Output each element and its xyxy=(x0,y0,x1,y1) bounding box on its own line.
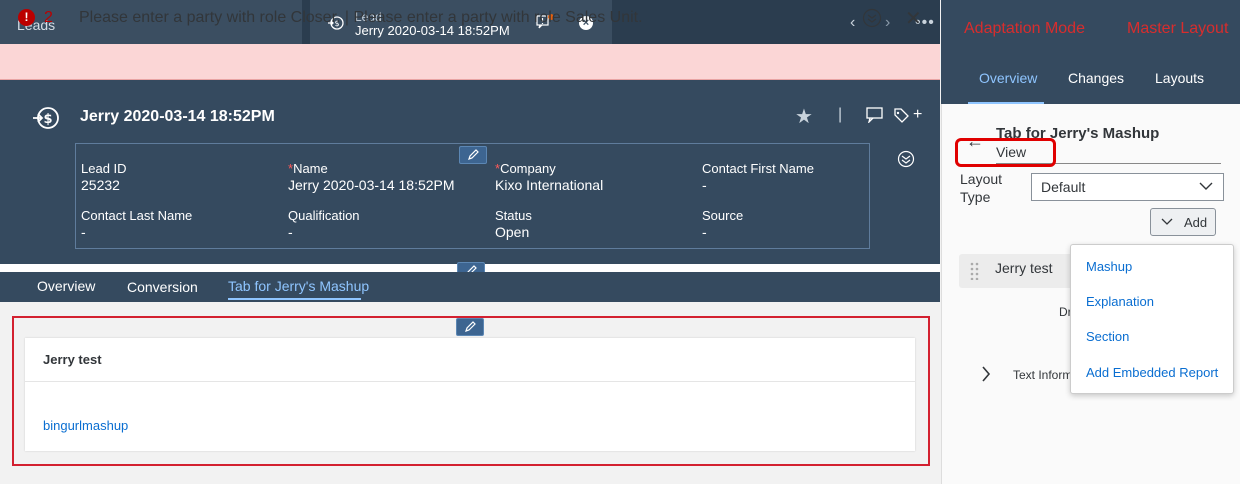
favorite-star-icon[interactable]: ★ xyxy=(795,104,813,129)
edit-section-button[interactable] xyxy=(456,318,484,336)
collapse-header-icon[interactable] xyxy=(897,150,915,168)
selected-tab-indicator xyxy=(228,298,361,300)
status-value: Open xyxy=(495,224,530,240)
feed-icon[interactable] xyxy=(866,107,884,123)
qualification-label: Qualification xyxy=(288,208,360,223)
menu-item-section[interactable]: Section xyxy=(1086,329,1129,344)
source-value: - xyxy=(702,224,707,240)
edit-fields-button[interactable] xyxy=(459,146,487,164)
adaptation-panel-header xyxy=(941,0,1240,104)
header-fields[interactable]: Lead ID 25232 *Name Jerry 2020-03-14 18:… xyxy=(75,143,870,249)
toolbar-separator: | xyxy=(838,106,843,123)
error-icon: ! xyxy=(18,9,35,26)
contact-first-name-label: Contact First Name xyxy=(702,161,814,176)
menu-item-explanation[interactable]: Explanation xyxy=(1086,294,1154,309)
chevron-left-icon[interactable]: ‹ xyxy=(850,14,855,32)
chevron-down-icon xyxy=(1161,218,1173,225)
chevron-right-icon[interactable]: › xyxy=(885,14,890,32)
status-label: Status xyxy=(495,208,532,223)
tab-conversion[interactable]: Conversion xyxy=(127,279,198,295)
name-label: *Name xyxy=(288,161,328,176)
drag-handle-icon[interactable] xyxy=(970,262,980,280)
qualification-value: - xyxy=(288,224,293,240)
lead-id-value: 25232 xyxy=(81,177,120,193)
layout-item-label: Jerry test xyxy=(995,260,1053,276)
page-title: Jerry 2020-03-14 18:52PM xyxy=(80,108,275,125)
card-divider xyxy=(25,381,915,382)
add-button-label: Add xyxy=(1184,215,1208,230)
company-value: Kixo International xyxy=(495,177,604,193)
error-message-strip xyxy=(0,44,940,80)
layout-type-value: Default xyxy=(1041,179,1086,195)
menu-item-add-embedded-report[interactable]: Add Embedded Report xyxy=(1086,365,1218,380)
pencil-icon xyxy=(465,321,476,332)
panel-tab-layouts[interactable]: Layouts xyxy=(1155,70,1204,86)
panel-tab-overview[interactable]: Overview xyxy=(979,70,1037,86)
error-message: Please enter a party with role Closer. |… xyxy=(79,9,643,26)
expand-circle-icon[interactable] xyxy=(862,8,882,28)
source-label: Source xyxy=(702,208,744,223)
pencil-icon xyxy=(468,149,479,160)
chevron-down-icon[interactable] xyxy=(1199,182,1213,191)
layout-type-label: Layout Type xyxy=(960,171,1003,205)
svg-text:$: $ xyxy=(44,112,53,127)
chevron-right-icon[interactable] xyxy=(981,366,991,382)
company-label: *Company xyxy=(495,161,556,176)
menu-item-mashup[interactable]: Mashup xyxy=(1086,259,1132,274)
contact-last-name-value: - xyxy=(81,224,86,240)
highlight-annotation xyxy=(955,138,1056,167)
close-icon[interactable]: ✕ xyxy=(905,6,922,31)
contact-last-name-label: Contact Last Name xyxy=(81,208,193,223)
master-layout-label[interactable]: Master Layout xyxy=(1127,20,1228,38)
name-value: Jerry 2020-03-14 18:52PM xyxy=(288,177,455,193)
lead-money-icon: $ xyxy=(33,107,59,129)
section-tab-bar: Overview Conversion Tab for Jerry's Mash… xyxy=(0,272,940,302)
mashup-card xyxy=(25,338,915,451)
error-count[interactable]: 2 xyxy=(44,9,53,27)
tag-icon[interactable] xyxy=(893,108,909,124)
contact-first-name-value: - xyxy=(702,177,707,193)
text-information-item[interactable]: Text Inform xyxy=(1013,368,1072,382)
mashup-link[interactable]: bingurlmashup xyxy=(43,418,128,433)
lead-id-label: Lead ID xyxy=(81,161,127,176)
add-icon[interactable]: + xyxy=(913,106,922,124)
tab-overview[interactable]: Overview xyxy=(37,278,95,294)
adaptation-mode-label: Adaptation Mode xyxy=(964,20,1085,37)
card-title: Jerry test xyxy=(43,352,102,367)
panel-tab-changes[interactable]: Changes xyxy=(1068,70,1124,86)
tab-jerrys-mashup[interactable]: Tab for Jerry's Mashup xyxy=(228,278,369,294)
